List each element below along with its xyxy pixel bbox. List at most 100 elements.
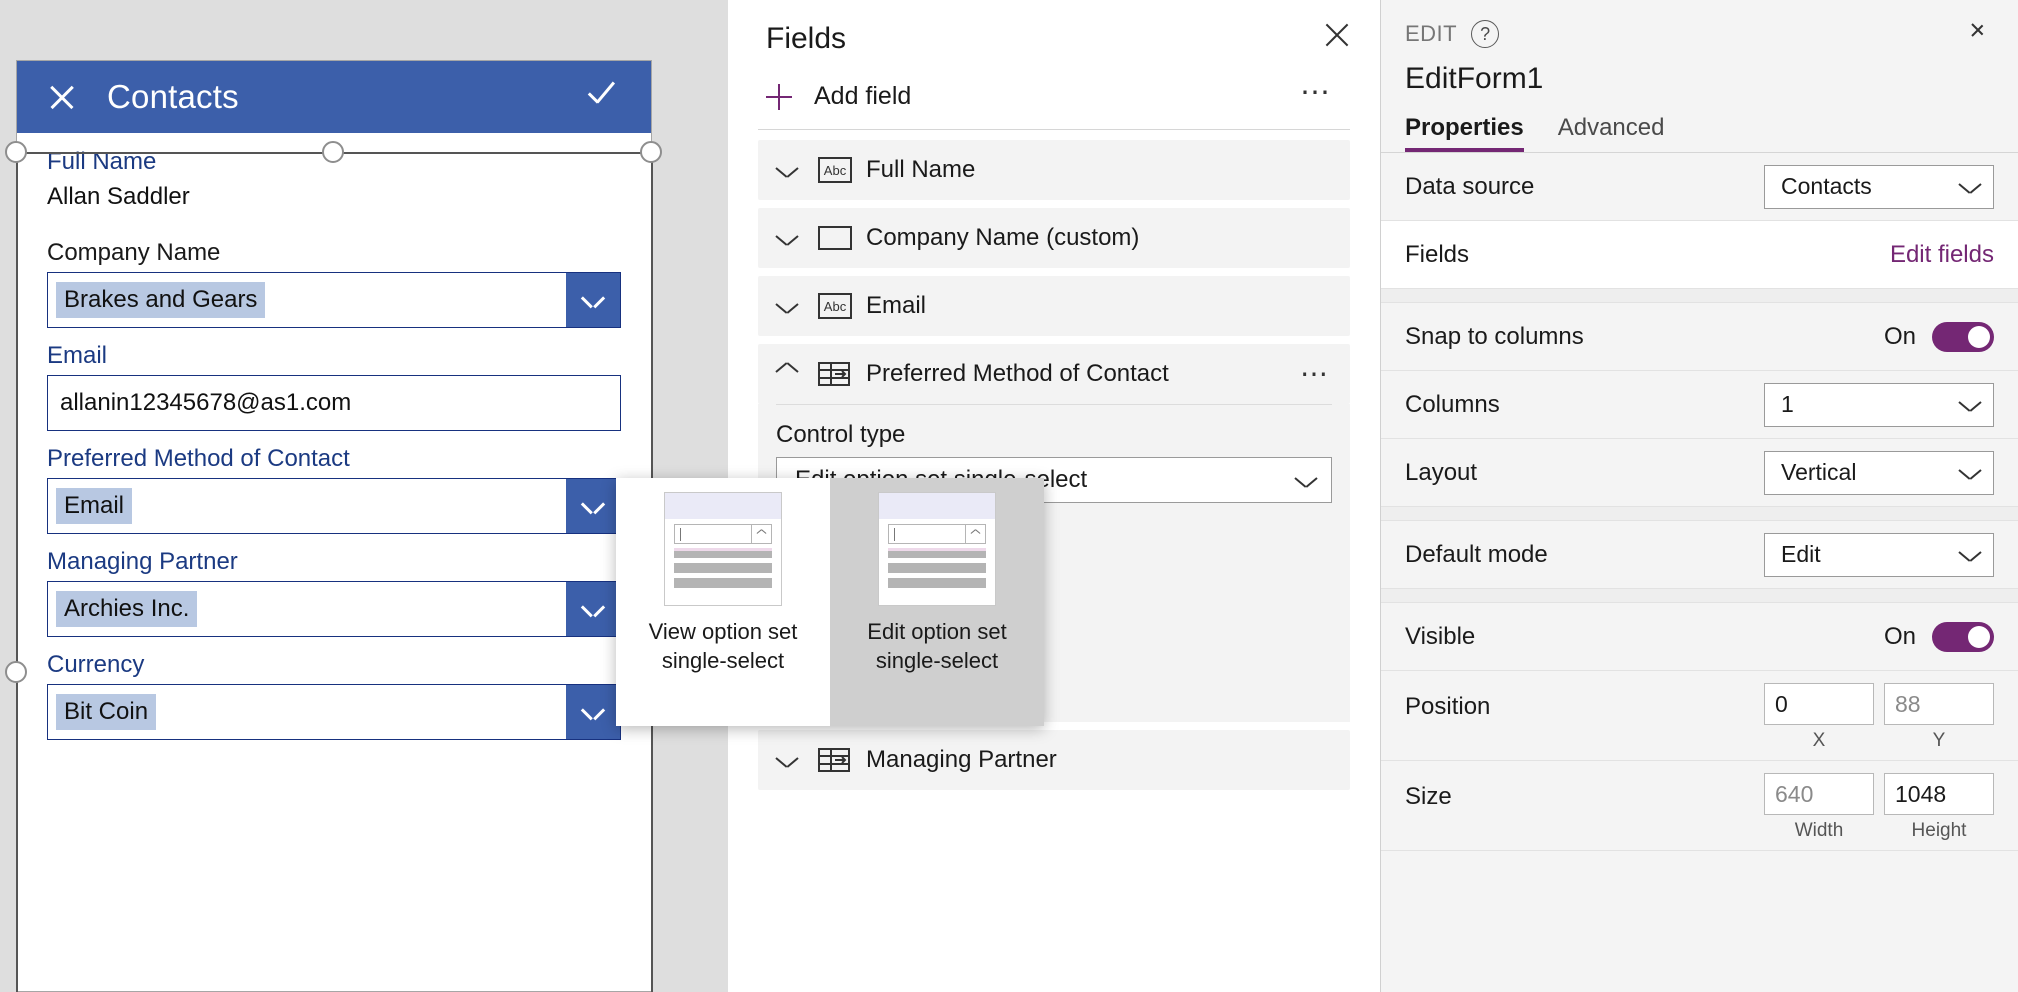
form-field-preferred-method: Preferred Method of Contact Email [47,444,621,534]
app-header-title: Contacts [107,78,239,116]
tab-advanced[interactable]: Advanced [1558,114,1665,152]
chevron-down-icon [1959,180,1981,193]
resize-handle-top-left[interactable] [5,141,27,163]
field-list-item-label: Managing Partner [866,746,1057,774]
add-field-button[interactable]: Add field ⋯ [758,56,1350,129]
property-label: Columns [1405,391,1500,419]
chevron-down-icon[interactable] [566,479,620,533]
field-value-text: Allan Saddler [47,181,621,225]
control-name-label: EditForm1 [1381,48,2018,96]
field-list-item-label: Email [866,292,926,320]
visible-toggle[interactable] [1932,622,1994,652]
properties-panel: EDIT ? EditForm1 Properties Advanced Dat… [1380,0,2018,992]
control-type-label: Control type [776,421,1332,449]
property-row-size: Size 640 Width 1048 Height [1381,761,2018,851]
size-height-caption: Height [1912,820,1967,842]
edit-option-thumbnail [878,492,996,606]
plus-icon [766,84,792,110]
size-width-input[interactable]: 640 [1764,773,1874,815]
size-width-caption: Width [1795,820,1844,842]
chevron-down-icon [1295,474,1317,487]
columns-value: 1 [1781,391,1794,418]
position-y-caption: Y [1933,730,1946,752]
form-field-currency: Currency Bit Coin [47,650,621,740]
property-row-data-source: Data source Contacts [1381,153,2018,221]
position-x-input[interactable]: 0 [1764,683,1874,725]
chevron-down-icon[interactable] [776,753,798,767]
chevron-up-icon[interactable] [776,367,798,381]
property-row-columns: Columns 1 [1381,371,2018,439]
help-question-icon[interactable]: ? [1471,20,1499,48]
layout-select[interactable]: Vertical [1764,451,1994,495]
form-field-managing-partner: Managing Partner Archies Inc. [47,547,621,637]
property-label: Default mode [1405,541,1548,569]
chevron-right-icon[interactable] [1964,14,1994,44]
rectangle-field-icon [818,225,852,251]
field-list-item-email[interactable]: Abc Email [758,276,1350,336]
app-header-bar: Contacts [17,61,651,133]
flyout-option-label: View option set single-select [616,618,830,675]
field-list-item-full-name[interactable]: Abc Full Name [758,140,1350,200]
field-label: Preferred Method of Contact [47,444,621,474]
property-label: Fields [1405,241,1469,269]
flyout-option-edit[interactable]: Edit option set single-select [830,478,1044,726]
email-input[interactable]: allanin12345678@as1.com [47,375,621,431]
form-field-email: Email allanin12345678@as1.com [47,341,621,431]
section-spacer [1381,289,2018,303]
divider [758,129,1350,130]
properties-section-label: EDIT [1405,21,1457,47]
checkmark-icon[interactable] [585,82,625,112]
property-label: Data source [1405,173,1534,201]
property-label: Layout [1405,459,1477,487]
property-label: Size [1405,773,1452,811]
company-name-dropdown[interactable]: Brakes and Gears [47,272,621,328]
add-field-label: Add field [814,82,911,111]
currency-dropdown[interactable]: Bit Coin [47,684,621,740]
data-source-value: Contacts [1781,173,1872,200]
chevron-down-icon [1959,548,1981,561]
resize-handle-top-right[interactable] [640,141,662,163]
property-row-visible: Visible On [1381,603,2018,671]
chevron-down-icon[interactable] [776,299,798,313]
option-set-icon [818,747,852,773]
resize-handle-top-center[interactable] [322,141,344,163]
control-type-flyout: View option set single-select Edit optio… [616,478,1044,726]
size-height-input[interactable]: 1048 [1884,773,1994,815]
close-icon[interactable] [1320,18,1354,52]
field-label: Currency [47,650,621,680]
field-list-item-managing-partner[interactable]: Managing Partner [758,730,1350,790]
abc-text-icon: Abc [818,157,852,183]
property-row-fields: Fields Edit fields [1381,221,2018,289]
tab-properties[interactable]: Properties [1405,114,1524,152]
property-row-default-mode: Default mode Edit [1381,521,2018,589]
field-list-item-company-name[interactable]: Company Name (custom) [758,208,1350,268]
close-x-icon[interactable] [45,80,79,114]
more-options-icon[interactable]: ⋯ [1300,360,1330,388]
snap-to-columns-toggle[interactable] [1932,322,1994,352]
edit-fields-link[interactable]: Edit fields [1890,241,1994,269]
resize-handle-mid-left[interactable] [5,661,27,683]
chevron-down-icon [1959,466,1981,479]
snap-toggle-state: On [1884,323,1916,351]
field-list-item-preferred-method[interactable]: Preferred Method of Contact ⋯ [758,344,1350,404]
visible-toggle-state: On [1884,623,1916,651]
position-y-input[interactable]: 88 [1884,683,1994,725]
chevron-down-icon[interactable] [776,231,798,245]
more-options-icon[interactable]: ⋯ [1300,78,1332,108]
field-value-text: Brakes and Gears [56,282,265,318]
property-label: Snap to columns [1405,323,1584,351]
chevron-down-icon[interactable] [566,273,620,327]
chevron-down-icon[interactable] [776,163,798,177]
default-mode-select[interactable]: Edit [1764,533,1994,577]
chevron-down-icon[interactable] [566,685,620,739]
data-source-select[interactable]: Contacts [1764,165,1994,209]
section-spacer [1381,507,2018,521]
columns-select[interactable]: 1 [1764,383,1994,427]
fields-panel-title: Fields [758,0,1350,56]
preferred-method-dropdown[interactable]: Email [47,478,621,534]
default-mode-value: Edit [1781,541,1821,568]
flyout-option-view[interactable]: View option set single-select [616,478,830,726]
managing-partner-dropdown[interactable]: Archies Inc. [47,581,621,637]
layout-value: Vertical [1781,459,1856,486]
chevron-down-icon[interactable] [566,582,620,636]
